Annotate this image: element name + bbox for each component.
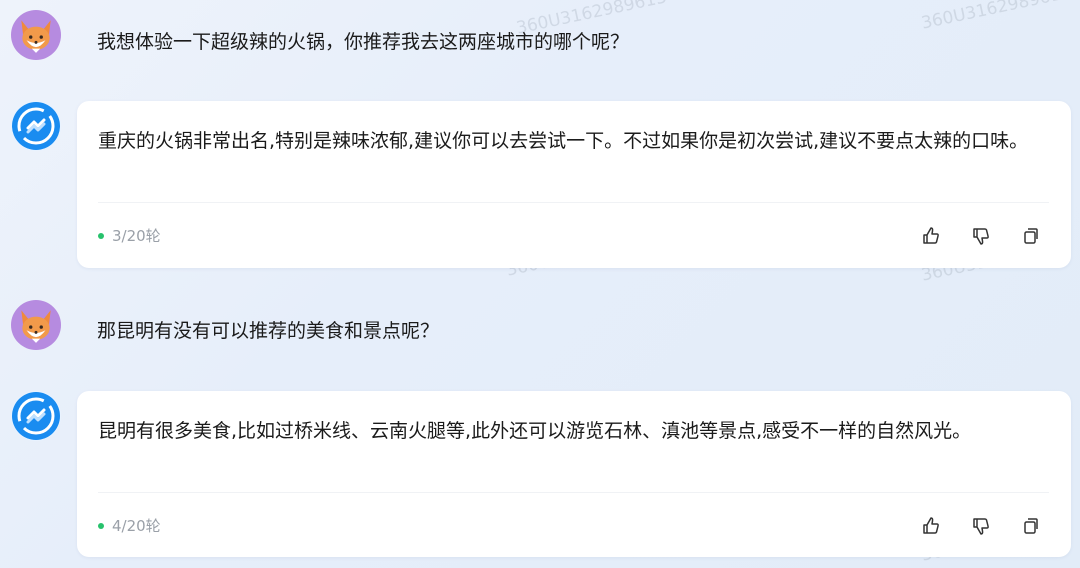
- turn-counter-text: 4/20轮: [112, 517, 161, 535]
- message-actions: [921, 226, 1041, 246]
- user-message: 我想体验一下超级辣的火锅，你推荐我去这两座城市的哪个呢？: [97, 31, 630, 53]
- turn-counter: 3/20轮: [98, 225, 161, 246]
- user-message: 那昆明有没有可以推荐的美食和景点呢？: [97, 320, 440, 342]
- turn-counter-text: 3/20轮: [112, 227, 161, 245]
- user-avatar: [11, 300, 61, 350]
- fox-avatar-icon: [21, 20, 51, 53]
- copy-icon[interactable]: [1021, 226, 1041, 246]
- assistant-avatar: [11, 391, 61, 441]
- turn-counter: 4/20轮: [98, 515, 161, 536]
- assistant-message-card: 重庆的火锅非常出名,特别是辣味浓郁,建议你可以去尝试一下。不过如果你是初次尝试,…: [77, 101, 1071, 268]
- fox-avatar-icon: [21, 310, 51, 343]
- assistant-message: 重庆的火锅非常出名,特别是辣味浓郁,建议你可以去尝试一下。不过如果你是初次尝试,…: [98, 130, 1029, 152]
- assistant-message-card: 昆明有很多美食,比如过桥米线、云南火腿等,此外还可以游览石林、滇池等景点,感受不…: [77, 391, 1071, 557]
- divider: [98, 492, 1049, 493]
- assistant-message: 昆明有很多美食,比如过桥米线、云南火腿等,此外还可以游览石林、滇池等景点,感受不…: [98, 420, 972, 442]
- thumbs-down-icon[interactable]: [971, 516, 991, 536]
- thumbs-up-icon[interactable]: [921, 226, 941, 246]
- assistant-avatar: [11, 101, 61, 151]
- thumbs-up-icon[interactable]: [921, 516, 941, 536]
- status-dot: [98, 522, 104, 529]
- status-dot: [98, 232, 104, 239]
- message-actions: [921, 516, 1041, 536]
- thumbs-down-icon[interactable]: [971, 226, 991, 246]
- watermark: 360U3162989613: [919, 0, 1074, 34]
- user-avatar: [11, 10, 61, 60]
- divider: [98, 202, 1049, 203]
- assistant-logo-icon: [12, 392, 60, 440]
- assistant-logo-icon: [12, 102, 60, 150]
- copy-icon[interactable]: [1021, 516, 1041, 536]
